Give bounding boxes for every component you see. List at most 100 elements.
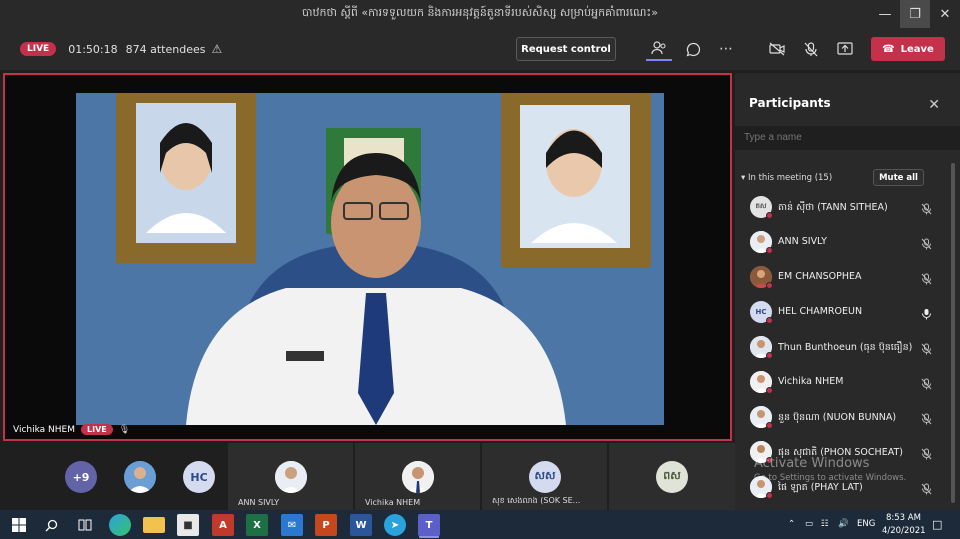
chat-icon[interactable] — [680, 37, 706, 61]
participant-row[interactable]: EM CHANSOPHEA — [735, 261, 960, 296]
status-dot — [766, 352, 773, 359]
participant-tile[interactable]: ពស — [609, 443, 735, 510]
panel-title: Participants — [749, 96, 831, 110]
windows-taskbar: ■ A X ✉ P W ➤ T ⌃ ▭ ☷ 🔊 ENG 8:53 AM 4/20… — [0, 510, 960, 539]
participant-row[interactable]: នួន ប៊ុនណា (NUON BUNNA) — [735, 401, 960, 436]
activation-watermark: Activate Windows Go to Settings to activ… — [754, 456, 906, 483]
excel-icon[interactable]: X — [246, 514, 268, 536]
participant-row[interactable]: Vichika NHEM — [735, 366, 960, 401]
participant-tile[interactable]: Vichika NHEM — [355, 443, 480, 510]
search-icon[interactable] — [40, 514, 62, 536]
speaker-video — [76, 93, 664, 425]
participant-search-input[interactable] — [735, 126, 960, 150]
participant-name: Thun Bunthoeun (ធុន ប៊ុនធឿន) — [778, 342, 913, 353]
attendee-count: 874 attendees — [125, 42, 206, 56]
participant-name: ANN SIVLY — [778, 236, 827, 247]
participant-tile[interactable]: ANN SIVLY — [228, 443, 353, 510]
live-badge: LIVE — [20, 42, 57, 56]
participant-tile[interactable]: សស សុខ សេងលាង (SOK SE... — [482, 443, 607, 510]
mic-off-icon[interactable] — [798, 37, 824, 61]
mic-off-icon — [921, 200, 932, 219]
clock-date[interactable]: 4/20/2021 — [882, 526, 926, 536]
overflow-avatar[interactable]: +9 — [65, 461, 97, 493]
restore-icon[interactable]: ❐ — [900, 0, 930, 28]
avatar — [275, 461, 307, 493]
status-dot — [766, 317, 773, 324]
close-icon[interactable]: ✕ — [930, 0, 960, 28]
camera-off-icon[interactable] — [764, 37, 790, 61]
participant-tile-name: Vichika NHEM — [365, 498, 421, 507]
mic-off-icon — [921, 375, 932, 394]
network-icon[interactable]: ☷ — [821, 519, 829, 529]
participants-icon[interactable] — [646, 37, 672, 61]
tray-chevron-icon[interactable]: ⌃ — [788, 519, 795, 529]
warning-icon[interactable]: ⚠ — [211, 42, 222, 56]
status-dot — [766, 387, 773, 394]
participant-tile-name: ANN SIVLY — [238, 498, 280, 507]
participant-row[interactable]: Thun Bunthoeun (ធុន ប៊ុនធឿន) — [735, 331, 960, 366]
mic-off-icon — [921, 445, 932, 464]
task-view-icon[interactable] — [74, 514, 96, 536]
participant-name: EM CHANSOPHEA — [778, 271, 862, 282]
speaker-mic-muted-icon: 🎙 — [118, 424, 131, 435]
minimize-icon[interactable]: — — [870, 0, 900, 28]
avatar[interactable]: HC — [183, 461, 215, 493]
window-title: បាឋកថា ស្តីពី «ការទទួលយក និងការអនុវត្តន៍… — [302, 6, 658, 19]
telegram-icon[interactable]: ➤ — [384, 514, 406, 536]
input-language[interactable]: ENG — [857, 519, 875, 529]
word-icon[interactable]: W — [350, 514, 372, 536]
volume-icon[interactable]: 🔊 — [838, 519, 849, 529]
close-icon[interactable]: ✕ — [928, 97, 940, 113]
avatar: ពស — [656, 461, 688, 493]
avatar — [402, 461, 434, 493]
teams-icon[interactable]: T — [418, 514, 440, 536]
file-explorer-icon[interactable] — [143, 517, 165, 533]
clock-time[interactable]: 8:53 AM — [886, 513, 921, 523]
section-label: In this meeting (15) — [747, 173, 833, 183]
mic-off-icon — [921, 270, 932, 289]
mute-all-button[interactable]: Mute all — [873, 169, 924, 186]
edge-icon[interactable] — [109, 514, 131, 536]
avatar: សស — [529, 461, 561, 493]
participant-row[interactable]: តស តាន់ ស៊ីថា (TANN SITHEA) — [735, 191, 960, 226]
participant-name: HEL CHAMROEUN — [778, 306, 863, 317]
phone-hangup-icon: ☎ — [882, 43, 895, 55]
participant-name: តាន់ ស៊ីថា (TANN SITHEA) — [778, 202, 888, 213]
window-controls: — ❐ ✕ — [870, 0, 960, 28]
title-bar: បាឋកថា ស្តីពី «ការទទួលយក និងការអនុវត្តន៍… — [0, 0, 960, 28]
notifications-icon[interactable]: □ — [932, 518, 942, 531]
participants-panel: Participants ✕ ▾ In this meeting (15) Mu… — [735, 73, 960, 510]
section-header[interactable]: ▾ In this meeting (15) — [741, 173, 832, 183]
participant-row[interactable]: ANN SIVLY — [735, 226, 960, 261]
powerpoint-icon[interactable]: P — [315, 514, 337, 536]
main-video-stage[interactable]: Vichika NHEM LIVE 🎙 — [3, 73, 732, 441]
participant-name: Vichika NHEM — [778, 376, 844, 387]
watermark-title: Activate Windows — [754, 456, 870, 471]
share-screen-icon[interactable] — [832, 37, 858, 61]
meeting-toolbar: LIVE 01:50:18 874 attendees ⚠ Request co… — [0, 28, 960, 70]
status-dot — [766, 212, 773, 219]
mic-on-icon — [921, 305, 932, 324]
battery-icon[interactable]: ▭ — [805, 519, 813, 529]
status-dot — [766, 422, 773, 429]
meeting-duration: 01:50:18 — [68, 42, 118, 56]
participant-name: ផៃ ឡាត (PHAY LAT) — [778, 482, 863, 493]
speaker-name: Vichika NHEM — [13, 424, 75, 435]
participant-tile-name: សុខ សេងលាង (SOK SE... — [492, 496, 581, 505]
mail-icon[interactable]: ✉ — [281, 514, 303, 536]
participant-row[interactable]: HC HEL CHAMROEUN — [735, 296, 960, 331]
watermark-subtitle: Go to Settings to activate Windows. — [754, 473, 907, 483]
more-options-icon[interactable]: ⋯ — [713, 37, 739, 61]
request-control-button[interactable]: Request control — [516, 37, 616, 61]
leave-label: Leave — [900, 43, 934, 55]
leave-button[interactable]: ☎ Leave — [871, 37, 945, 61]
panel-scrollbar[interactable] — [951, 163, 955, 503]
acrobat-icon[interactable]: A — [212, 514, 234, 536]
mic-off-icon — [921, 410, 932, 429]
store-icon[interactable]: ■ — [177, 514, 199, 536]
windows-start-icon[interactable] — [8, 514, 30, 536]
status-dot — [766, 282, 773, 289]
participant-name: នួន ប៊ុនណា (NUON BUNNA) — [778, 412, 897, 423]
speaker-live-badge: LIVE — [81, 424, 113, 435]
avatar[interactable] — [124, 461, 156, 493]
